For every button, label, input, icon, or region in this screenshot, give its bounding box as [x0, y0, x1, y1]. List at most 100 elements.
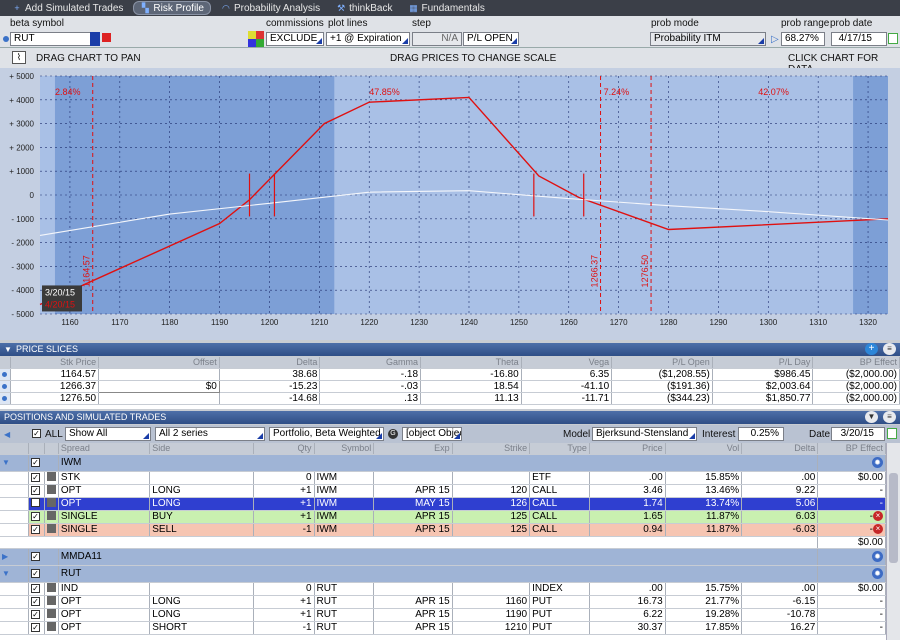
row-checkbox[interactable]: ✓ — [31, 610, 41, 619]
tab-fundamentals[interactable]: ▦ Fundamentals — [402, 1, 490, 15]
position-delta[interactable]: -6.03 — [741, 523, 819, 537]
gear-icon[interactable]: ✹ — [872, 457, 883, 468]
position-price[interactable]: 1.65 — [589, 510, 666, 524]
group-row[interactable]: ▼ ✓ IWM ✹ — [0, 454, 886, 472]
menu-icon[interactable]: ≡ — [883, 343, 896, 355]
calendar-icon[interactable] — [888, 33, 898, 44]
position-sym[interactable]: IWM — [314, 523, 375, 537]
position-vol[interactable]: 11.87% — [665, 510, 743, 524]
positions-menu-icon[interactable]: ≡ — [883, 411, 896, 423]
gear-icon[interactable]: ✹ — [872, 568, 883, 579]
position-row[interactable]: ✓ IND 0 RUT INDEX .00 15.75% .00 $0.00 — [0, 582, 886, 596]
collapse-all-icon[interactable]: ▼ — [865, 411, 878, 423]
group-row[interactable]: ▼ ✓ RUT ✹ — [0, 565, 886, 583]
slice-offset[interactable] — [98, 392, 220, 405]
scrollbar-thumb[interactable] — [889, 473, 898, 563]
lock-icon[interactable] — [46, 608, 56, 618]
position-row[interactable]: OPT LONG +1 IWM MAY 15 126 CALL 1.74 13.74% 5.06- — [0, 497, 886, 511]
interest-input[interactable]: 0.25% — [738, 427, 784, 441]
position-side[interactable]: BUY — [149, 510, 255, 524]
group-row[interactable]: ▶ ✓ MMDA11 ✹ — [0, 548, 886, 566]
row-checkbox[interactable]: ✓ — [31, 584, 41, 593]
link-icon[interactable] — [3, 36, 9, 42]
chart-settings-icon[interactable]: ⌇ — [12, 51, 26, 64]
row-checkbox[interactable]: ✓ — [31, 623, 41, 632]
group-icon[interactable]: G — [388, 429, 398, 439]
position-row[interactable]: ✓ STK 0 IWM ETF .00 15.85% .00 $0.00 — [0, 471, 886, 485]
position-qty[interactable]: -1 — [253, 523, 315, 537]
position-bp[interactable]: - × — [817, 523, 886, 537]
groups-select[interactable]: [object Object],[object Object],[object … — [402, 427, 462, 441]
beta-symbol-input[interactable]: RUT — [10, 32, 100, 46]
position-sym[interactable]: IWM — [314, 510, 375, 524]
group-toggle-icon[interactable]: ▼ — [0, 565, 30, 583]
position-exp[interactable]: APR 15 — [373, 523, 453, 537]
price-slice-row[interactable]: 1276.50 -14.68.13 11.13 -11.71 ($344.23) $1,8… — [0, 392, 900, 405]
symbol-link-icon[interactable] — [102, 33, 111, 42]
price-slice-row[interactable]: 1164.57 38.68 -.18 -16.80 6.35 ($1,208.55) $98… — [0, 368, 900, 381]
lock-icon[interactable] — [46, 497, 56, 507]
date-calendar-icon[interactable] — [887, 428, 897, 439]
color-grid-icon[interactable] — [248, 31, 264, 47]
lock-icon[interactable] — [46, 621, 56, 631]
lock-icon[interactable] — [46, 523, 56, 533]
row-checkbox[interactable]: ✓ — [31, 473, 41, 482]
series-select[interactable]: All 2 series — [155, 427, 265, 441]
slice-price[interactable]: 1276.50 — [10, 392, 100, 405]
expand-all-icon[interactable]: ◀ — [4, 430, 10, 439]
tab-add-simulated-trades[interactable]: + Add Simulated Trades — [6, 1, 129, 15]
price-slice-row[interactable]: 1266.37 $0 -15.23 -.03 18.54 -41.10 ($191.36) $… — [0, 379, 900, 393]
position-bp[interactable]: - × — [817, 510, 886, 524]
position-spread[interactable]: SINGLE — [58, 510, 151, 524]
position-spread[interactable]: SINGLE — [58, 523, 151, 537]
lock-icon[interactable] — [46, 595, 56, 605]
slice-offset[interactable] — [98, 368, 220, 381]
tab-probability-analysis[interactable]: ◠ Probability Analysis — [215, 1, 326, 15]
tab-thinkback[interactable]: ⚒ thinkBack — [330, 1, 398, 15]
plot-lines-select[interactable]: +1 @ Expiration — [326, 32, 410, 46]
slice-price[interactable]: 1164.57 — [10, 368, 100, 381]
position-row[interactable]: ✓ OPT LONG +1 IWM APR 15 120 CALL 3.46 13.46% 9.22… — [0, 484, 886, 498]
position-delta[interactable]: 6.03 — [741, 510, 819, 524]
position-row[interactable]: ✓ OPT LONG +1 RUT APR 15 1190 PUT 6.22 19.28% -10.… — [0, 608, 886, 622]
position-type[interactable]: CALL — [529, 510, 590, 524]
row-checkbox[interactable]: ✓ — [31, 525, 41, 534]
risk-profile-svg[interactable]: + 5000 + 4000 + 3000 + 2000 + 1000 0 - 1000 - 2… — [0, 68, 900, 340]
show-select[interactable]: Show All — [65, 427, 151, 441]
positions-scrollbar[interactable] — [886, 443, 900, 640]
lock-icon[interactable] — [46, 471, 56, 481]
lock-icon[interactable] — [46, 484, 56, 494]
row-checkbox[interactable]: ✓ — [31, 512, 41, 521]
weighting-select[interactable]: Portfolio, Beta Weighted — [269, 427, 384, 441]
lock-icon[interactable] — [46, 582, 56, 592]
group-checkbox[interactable]: ✓ — [31, 569, 41, 578]
slice-offset[interactable]: $0 — [98, 379, 220, 393]
commissions-select[interactable]: EXCLUDE — [266, 32, 324, 46]
position-type[interactable]: CALL — [529, 523, 590, 537]
position-side[interactable]: SELL — [149, 523, 255, 537]
row-checkbox[interactable]: ✓ — [31, 486, 41, 495]
group-toggle-icon[interactable]: ▼ — [0, 454, 30, 472]
position-exp[interactable]: APR 15 — [373, 510, 453, 524]
group-checkbox[interactable]: ✓ — [31, 458, 41, 467]
remove-trade-icon[interactable]: × — [873, 524, 883, 534]
position-qty[interactable]: +1 — [253, 510, 315, 524]
position-strike[interactable]: 125 — [452, 523, 531, 537]
model-select[interactable]: Bjerksund-Stensland — [592, 427, 697, 441]
position-row[interactable]: ✓ SINGLE BUY +1 IWM APR 15 125 CALL 1.65 11.87% 6.… — [0, 510, 886, 524]
symbol-dropdown-icon[interactable] — [90, 32, 100, 46]
all-checkbox[interactable]: ✓ — [32, 429, 41, 438]
prob-mode-select[interactable]: Probability ITM — [650, 32, 766, 46]
group-toggle-icon[interactable]: ▶ — [0, 548, 30, 566]
position-row[interactable]: ✓ OPT LONG +1 RUT APR 15 1160 PUT 16.73 21.77% -6.… — [0, 595, 886, 609]
position-price[interactable]: 0.94 — [589, 523, 666, 537]
prob-range-input[interactable]: 68.27% — [781, 32, 825, 46]
gear-icon[interactable]: ✹ — [872, 551, 883, 562]
remove-trade-icon[interactable]: × — [873, 511, 883, 521]
group-checkbox[interactable]: ✓ — [31, 552, 41, 561]
position-vol[interactable]: 11.87% — [665, 523, 743, 537]
position-row[interactable]: ✓ OPT SHORT -1 RUT APR 15 1210 PUT 30.37 17.85% 16… — [0, 621, 886, 635]
pl-open-select[interactable]: P/L OPEN — [463, 32, 519, 46]
tab-risk-profile[interactable]: ▚ Risk Profile — [133, 1, 211, 15]
collapse-icon[interactable]: ▼ — [4, 343, 12, 356]
